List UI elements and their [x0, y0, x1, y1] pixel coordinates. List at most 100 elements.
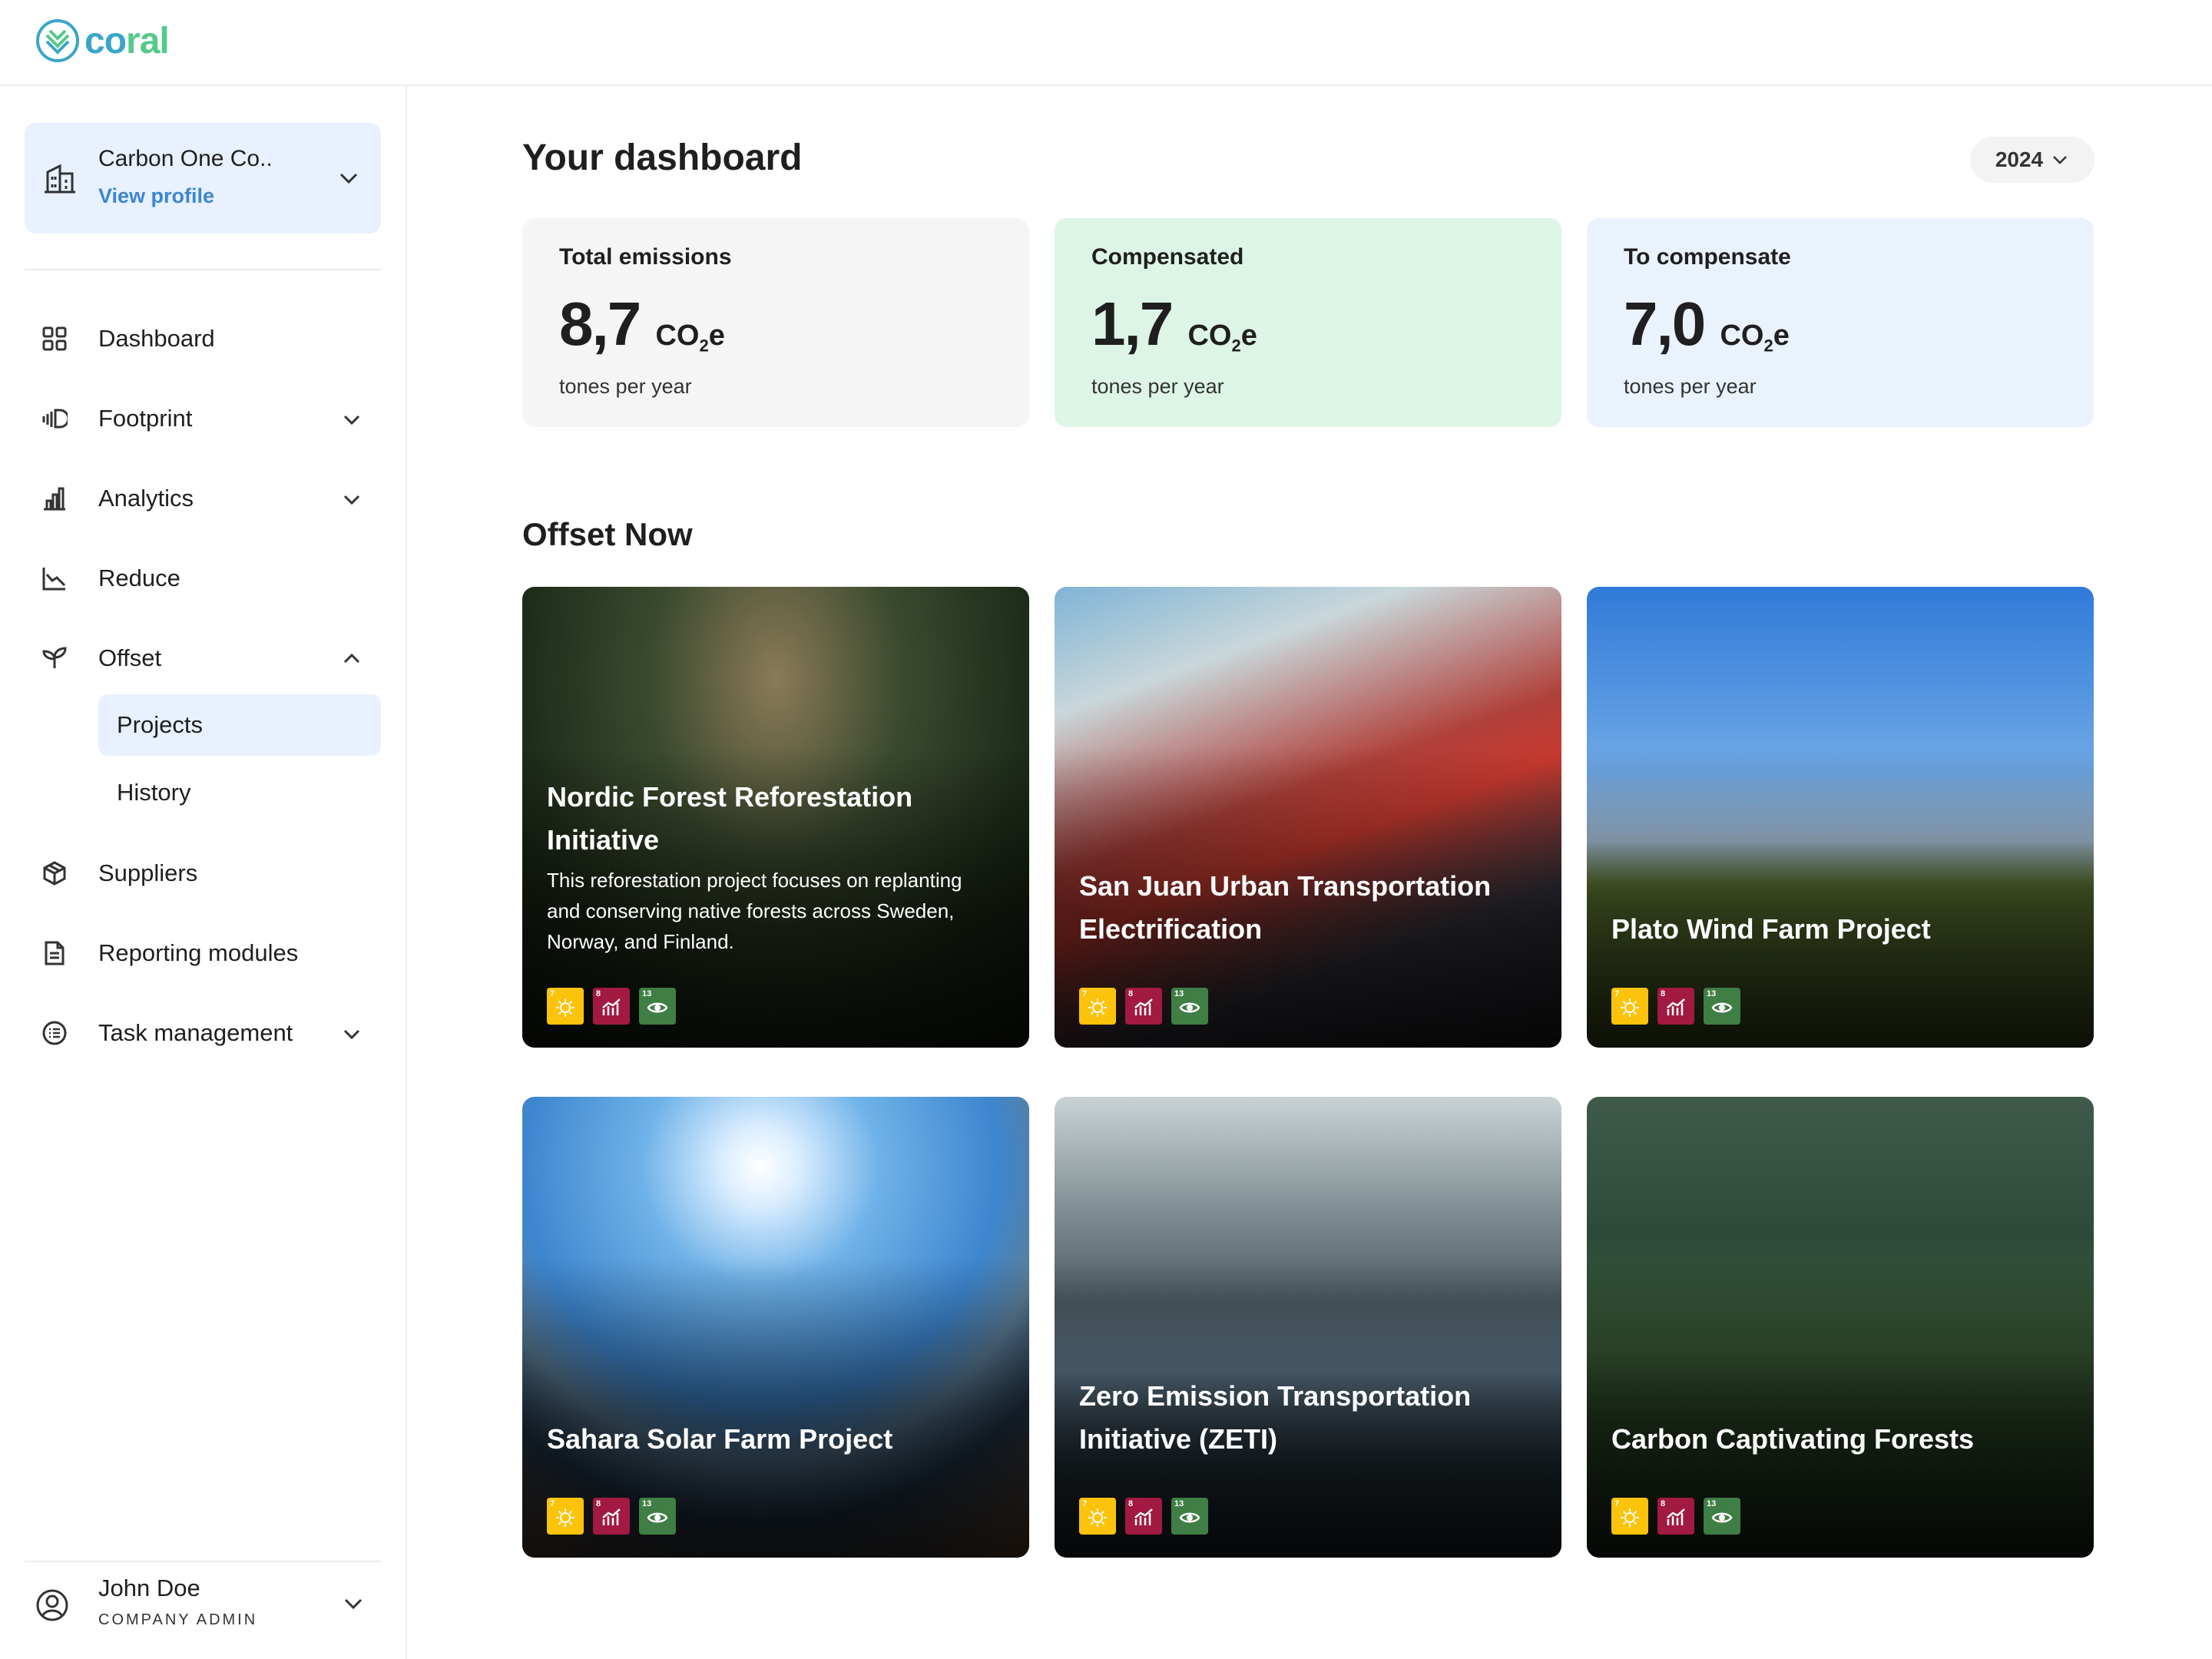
user-menu[interactable]: John Doe COMPANY ADMIN: [25, 1561, 381, 1645]
sdg-badges: 7 8 13: [1079, 1498, 1208, 1535]
project-card[interactable]: Carbon Captivating Forests 7 8 13: [1587, 1097, 2094, 1558]
sdg-badge-13: 13: [639, 988, 676, 1025]
sidebar: Carbon One Co.. View profile Dashboard F…: [0, 86, 407, 1659]
stat-caption: tones per year: [1091, 375, 1224, 398]
project-title: Nordic Forest Reforestation Initiative: [547, 781, 913, 856]
project-title: Carbon Captivating Forests: [1611, 1423, 1975, 1455]
sidebar-item-label: Reporting modules: [98, 939, 299, 966]
task-list-icon: [42, 1021, 67, 1045]
stat-label: To compensate: [1624, 244, 1791, 270]
bar-chart-icon: [44, 487, 65, 511]
stat-unit: CO2e: [655, 320, 725, 356]
sdg-badge-7: 7: [1611, 1498, 1648, 1535]
sidebar-item-dashboard[interactable]: Dashboard: [25, 313, 381, 363]
sdg-badges: 7 8 13: [1611, 1498, 1740, 1535]
document-icon: [45, 941, 65, 965]
project-card[interactable]: Zero Emission Transportation Initiative …: [1055, 1097, 1561, 1558]
sdg-badges: 7 8 13: [1611, 988, 1740, 1025]
user-avatar-icon: [36, 1589, 68, 1621]
project-card-shade: [1587, 1097, 2094, 1558]
stat-card-compensated: Compensated 1,7 CO2e tones per year: [1055, 218, 1561, 427]
sdg-badge-7: 7: [1079, 988, 1116, 1025]
sdg-badge-8: 8: [1657, 1498, 1694, 1535]
sidebar-subitem-label: Projects: [117, 711, 203, 738]
chevron-down-icon[interactable]: [341, 409, 363, 430]
sidebar-item-reporting[interactable]: Reporting modules: [25, 928, 381, 977]
trend-down-icon: [42, 568, 66, 591]
sdg-badge-7: 7: [547, 1498, 584, 1535]
sidebar-divider: [25, 269, 381, 270]
sidebar-item-offset[interactable]: Offset: [25, 633, 381, 682]
sidebar-subitem-history[interactable]: History: [98, 762, 381, 823]
section-title-offset-now: Offset Now: [522, 516, 693, 552]
top-bar: coral: [0, 0, 2212, 86]
view-profile-link[interactable]: View profile: [98, 184, 214, 208]
project-card[interactable]: Nordic Forest Reforestation Initiative T…: [522, 587, 1029, 1048]
stat-label: Total emissions: [559, 244, 732, 270]
sdg-badge-13: 13: [1704, 1498, 1740, 1535]
sidebar-item-analytics[interactable]: Analytics: [25, 473, 381, 522]
stat-card-total-emissions: Total emissions 8,7 CO2e tones per year: [522, 218, 1029, 427]
footprint-icon: [42, 409, 68, 429]
sidebar-item-label: Analytics: [98, 485, 194, 512]
project-card[interactable]: San Juan Urban Transportation Electrific…: [1055, 587, 1561, 1048]
coral-logo[interactable]: coral: [35, 18, 170, 63]
building-icon: [45, 164, 75, 194]
year-select-value: 2024: [1995, 147, 2044, 171]
sdg-badge-8: 8: [1657, 988, 1694, 1025]
sidebar-item-label: Suppliers: [98, 859, 198, 886]
sidebar-item-tasks[interactable]: Task management: [25, 1008, 381, 1057]
project-card[interactable]: Sahara Solar Farm Project 7 8 13: [522, 1097, 1029, 1558]
sdg-badge-13: 13: [1704, 988, 1740, 1025]
project-title: Plato Wind Farm Project: [1611, 913, 1931, 945]
stat-caption: tones per year: [559, 375, 692, 398]
sdg-badges: 7 8 13: [547, 988, 676, 1025]
chevron-up-icon[interactable]: [341, 648, 363, 670]
stat-card-to-compensate: To compensate 7,0 CO2e tones per year: [1587, 218, 2094, 427]
user-role: COMPANY ADMIN: [98, 1611, 258, 1628]
page-title: Your dashboard: [522, 137, 803, 178]
year-select[interactable]: 2024: [1970, 137, 2094, 183]
project-card-shade: [522, 1097, 1029, 1558]
stat-label: Compensated: [1091, 244, 1244, 270]
project-title: Sahara Solar Farm Project: [547, 1423, 893, 1455]
sidebar-item-label: Footprint: [98, 405, 193, 432]
sdg-badge-8: 8: [593, 1498, 630, 1535]
sidebar-item-label: Dashboard: [98, 325, 215, 352]
sidebar-subitem-projects[interactable]: Projects: [98, 694, 381, 756]
chevron-down-icon[interactable]: [336, 166, 361, 190]
sdg-badge-8: 8: [1125, 1498, 1162, 1535]
sidebar-item-reduce[interactable]: Reduce: [25, 553, 381, 602]
sidebar-item-label: Task management: [98, 1019, 293, 1046]
sidebar-item-label: Reduce: [98, 565, 180, 591]
chevron-down-icon[interactable]: [341, 1591, 366, 1616]
sdg-badge-7: 7: [547, 988, 584, 1025]
package-icon: [43, 861, 66, 886]
chevron-down-icon: [2053, 156, 2068, 164]
user-name: John Doe: [98, 1575, 200, 1601]
sdg-badge-8: 8: [593, 988, 630, 1025]
sdg-badges: 7 8 13: [547, 1498, 676, 1535]
sidebar-item-footprint[interactable]: Footprint: [25, 393, 381, 442]
chevron-down-icon[interactable]: [341, 488, 363, 510]
stat-value: 8,7 CO2e: [559, 290, 725, 358]
project-title: San Juan Urban Transportation Electrific…: [1079, 870, 1492, 945]
stat-unit: CO2e: [1187, 320, 1257, 356]
project-title: Zero Emission Transportation Initiative …: [1079, 1380, 1472, 1455]
project-card-shade: [1055, 1097, 1561, 1558]
sdg-badge-13: 13: [639, 1498, 676, 1535]
logo-text: coral: [84, 20, 170, 61]
stat-value: 1,7 CO2e: [1091, 290, 1257, 358]
sidebar-item-suppliers[interactable]: Suppliers: [25, 848, 381, 897]
project-card-shade: [1587, 587, 2094, 1048]
chevron-down-icon[interactable]: [341, 1023, 363, 1045]
stat-value: 7,0 CO2e: [1624, 290, 1790, 358]
sdg-badge-13: 13: [1171, 988, 1208, 1025]
sdg-badges: 7 8 13: [1079, 988, 1208, 1025]
sprout-icon: [42, 647, 67, 668]
project-card[interactable]: Plato Wind Farm Project 7 8 13: [1587, 587, 2094, 1048]
coral-logo-icon: [36, 19, 79, 62]
sidebar-item-label: Offset: [98, 644, 162, 671]
org-switcher[interactable]: Carbon One Co.. View profile: [25, 123, 381, 233]
project-card-shade: [1055, 587, 1561, 1048]
